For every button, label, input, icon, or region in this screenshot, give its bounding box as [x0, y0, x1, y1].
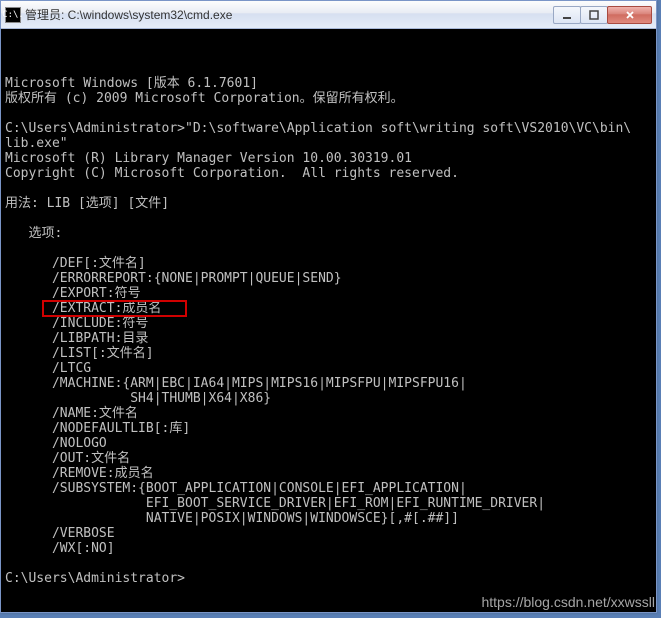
terminal-line: [5, 181, 652, 196]
terminal-area[interactable]: Microsoft Windows [版本 6.1.7601]版权所有 (c) …: [1, 29, 656, 612]
terminal-line: Microsoft (R) Library Manager Version 10…: [5, 151, 652, 166]
close-icon: [625, 10, 635, 20]
cmd-window: C:\. 管理员: C:\windows\system32\cmd.exe Mi…: [0, 0, 657, 613]
terminal-line: /REMOVE:成员名: [5, 466, 652, 481]
terminal-line: 选项:: [5, 226, 652, 241]
window-buttons: [554, 6, 652, 24]
terminal-line: Copyright (C) Microsoft Corporation. All…: [5, 166, 652, 181]
terminal-line: 用法: LIB [选项] [文件]: [5, 196, 652, 211]
terminal-line: C:\Users\Administrator>"D:\software\Appl…: [5, 121, 652, 136]
terminal-line: /ERRORREPORT:{NONE|PROMPT|QUEUE|SEND}: [5, 271, 652, 286]
terminal-line: /MACHINE:{ARM|EBC|IA64|MIPS|MIPS16|MIPSF…: [5, 376, 652, 391]
terminal-line: /EXTRACT:成员名: [5, 301, 652, 316]
terminal-line: NATIVE|POSIX|WINDOWS|WINDOWSCE}[,#[.##]]: [5, 511, 652, 526]
terminal-line: /NAME:文件名: [5, 406, 652, 421]
terminal-line: Microsoft Windows [版本 6.1.7601]: [5, 76, 652, 91]
window-title: 管理员: C:\windows\system32\cmd.exe: [25, 6, 554, 23]
terminal-line: [5, 106, 652, 121]
terminal-line: /EXPORT:符号: [5, 286, 652, 301]
terminal-line: [5, 211, 652, 226]
watermark-text: https://blog.csdn.net/xxwssll: [481, 594, 655, 610]
terminal-line: 版权所有 (c) 2009 Microsoft Corporation。保留所有…: [5, 91, 652, 106]
terminal-line: C:\Users\Administrator>: [5, 571, 652, 586]
close-button[interactable]: [607, 6, 652, 24]
terminal-line: /VERBOSE: [5, 526, 652, 541]
terminal-line: [5, 241, 652, 256]
terminal-line: /SUBSYSTEM:{BOOT_APPLICATION|CONSOLE|EFI…: [5, 481, 652, 496]
terminal-line: EFI_BOOT_SERVICE_DRIVER|EFI_ROM|EFI_RUNT…: [5, 496, 652, 511]
minimize-button[interactable]: [553, 6, 581, 24]
minimize-icon: [562, 10, 572, 20]
terminal-line: /NOLOGO: [5, 436, 652, 451]
terminal-line: SH4|THUMB|X64|X86}: [5, 391, 652, 406]
terminal-line: /LIST[:文件名]: [5, 346, 652, 361]
terminal-line: /OUT:文件名: [5, 451, 652, 466]
terminal-line: /DEF[:文件名]: [5, 256, 652, 271]
maximize-icon: [589, 10, 599, 20]
terminal-line: /NODEFAULTLIB[:库]: [5, 421, 652, 436]
titlebar[interactable]: C:\. 管理员: C:\windows\system32\cmd.exe: [1, 1, 656, 29]
terminal-line: /WX[:NO]: [5, 541, 652, 556]
terminal-line: lib.exe": [5, 136, 652, 151]
terminal-line: /LTCG: [5, 361, 652, 376]
terminal-line: /LIBPATH:目录: [5, 331, 652, 346]
terminal-line: [5, 556, 652, 571]
terminal-line: /INCLUDE:符号: [5, 316, 652, 331]
cmd-icon: C:\.: [5, 7, 21, 23]
maximize-button[interactable]: [580, 6, 608, 24]
